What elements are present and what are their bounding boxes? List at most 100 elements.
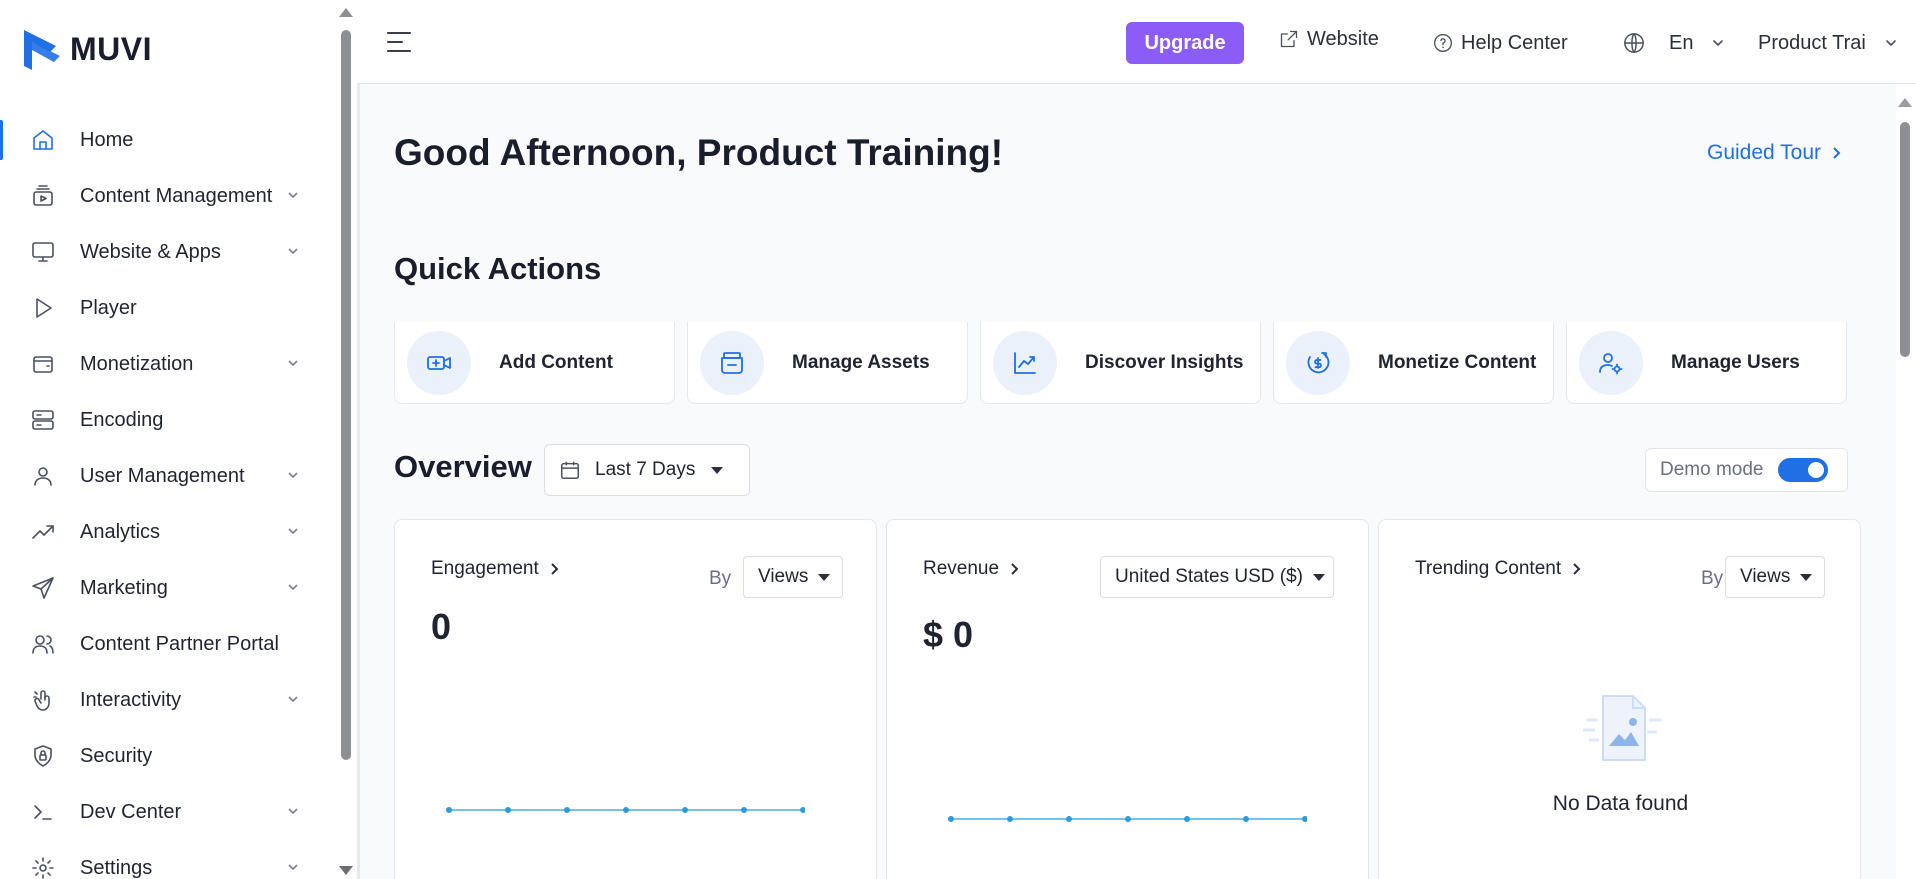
engagement-panel: Engagement By Views 0 bbox=[394, 519, 877, 879]
sparkline-point[interactable] bbox=[1007, 816, 1013, 822]
chevron-down-icon[interactable] bbox=[286, 804, 300, 818]
main-content: Good Afternoon, Product Training! Guided… bbox=[360, 84, 1896, 879]
engagement-metric-select[interactable]: Views bbox=[743, 556, 843, 598]
sidebar-item-label: Dev Center bbox=[80, 800, 182, 823]
sidebar-item-website-apps[interactable]: Website & Apps bbox=[0, 224, 330, 280]
sidebar-item-label: Monetization bbox=[80, 352, 194, 375]
sidebar-item-marketing[interactable]: Marketing bbox=[0, 560, 330, 616]
guided-tour-label: Guided Tour bbox=[1707, 141, 1822, 164]
chevron-down-icon[interactable] bbox=[286, 692, 300, 706]
sparkline-point[interactable] bbox=[948, 816, 954, 822]
sparkline-point[interactable] bbox=[446, 807, 452, 813]
main-scrollbar[interactable] bbox=[1898, 98, 1912, 879]
scrollbar-thumb[interactable] bbox=[1900, 122, 1910, 357]
sidebar-item-player[interactable]: Player bbox=[0, 280, 330, 336]
sidebar-item-interactivity[interactable]: Interactivity bbox=[0, 672, 330, 728]
chevron-down-icon[interactable] bbox=[286, 580, 300, 594]
chevron-down-icon[interactable] bbox=[286, 356, 300, 370]
gear-icon bbox=[30, 855, 56, 879]
chevron-right-icon bbox=[1833, 147, 1841, 159]
top-bar: Upgrade Website Help Center En Product T… bbox=[357, 0, 1916, 84]
sidebar-item-home[interactable]: Home bbox=[0, 112, 330, 168]
sidebar-item-label: Content Management bbox=[80, 184, 273, 207]
quick-action-manage-users[interactable]: Manage Users bbox=[1566, 322, 1847, 404]
caret-down-icon bbox=[711, 466, 724, 474]
user-icon bbox=[30, 463, 56, 489]
sparkline-point[interactable] bbox=[1302, 816, 1307, 822]
sidebar-item-dev-center[interactable]: Dev Center bbox=[0, 784, 330, 840]
revenue-title-link[interactable]: Revenue bbox=[923, 558, 1021, 580]
chevron-down-icon[interactable] bbox=[286, 524, 300, 538]
add-video-icon bbox=[407, 330, 471, 395]
sidebar-item-content-partner-portal[interactable]: Content Partner Portal bbox=[0, 616, 330, 672]
send-icon bbox=[30, 575, 56, 601]
quick-action-label: Manage Assets bbox=[792, 351, 930, 373]
toggle-switch[interactable] bbox=[1777, 458, 1828, 482]
trending-title-link[interactable]: Trending Content bbox=[1415, 558, 1583, 580]
sparkline-point[interactable] bbox=[1184, 816, 1190, 822]
scrollbar-thumb[interactable] bbox=[341, 30, 351, 760]
quick-action-label: Discover Insights bbox=[1085, 351, 1244, 373]
globe-icon bbox=[1624, 33, 1644, 53]
sparkline-point[interactable] bbox=[505, 807, 511, 813]
chevron-right-icon bbox=[551, 563, 559, 575]
user-menu[interactable]: Product Trai bbox=[1758, 22, 1898, 64]
calendar-icon bbox=[561, 461, 579, 479]
chevron-down-icon[interactable] bbox=[286, 188, 300, 202]
menu-toggle-icon[interactable] bbox=[387, 32, 411, 54]
select-value: United States USD ($) bbox=[1115, 566, 1303, 587]
scroll-up-arrow[interactable] bbox=[339, 8, 353, 17]
language-selector[interactable]: En bbox=[1623, 22, 1725, 64]
sidebar-item-encoding[interactable]: Encoding bbox=[0, 392, 330, 448]
sidebar-item-user-management[interactable]: User Management bbox=[0, 448, 330, 504]
currency-select[interactable]: United States USD ($) bbox=[1100, 556, 1334, 598]
server-icon bbox=[30, 407, 56, 433]
chevron-down-icon[interactable] bbox=[286, 468, 300, 482]
sparkline-point[interactable] bbox=[1243, 816, 1249, 822]
trending-title: Trending Content bbox=[1415, 558, 1562, 579]
select-value: Views bbox=[758, 566, 809, 587]
quick-action-manage-assets[interactable]: Manage Assets bbox=[687, 322, 968, 404]
upgrade-button[interactable]: Upgrade bbox=[1126, 22, 1244, 64]
sparkline-point[interactable] bbox=[1125, 816, 1131, 822]
caret-down-icon bbox=[1800, 573, 1813, 581]
sidebar-item-label: User Management bbox=[80, 464, 245, 487]
sidebar-item-security[interactable]: Security bbox=[0, 728, 330, 784]
wallet-icon bbox=[30, 351, 56, 377]
chevron-down-icon[interactable] bbox=[286, 860, 300, 874]
muvi-logo[interactable]: MUVI bbox=[20, 26, 152, 72]
engagement-title: Engagement bbox=[431, 558, 539, 579]
trending-metric-select[interactable]: Views bbox=[1725, 556, 1825, 598]
quick-action-monetize-content[interactable]: Monetize Content bbox=[1273, 322, 1554, 404]
sparkline-point[interactable] bbox=[682, 807, 688, 813]
sidebar-item-content-management[interactable]: Content Management bbox=[0, 168, 330, 224]
caret-down-icon bbox=[818, 573, 831, 581]
date-range-select[interactable]: Last 7 Days bbox=[544, 444, 750, 496]
demo-mode-toggle[interactable]: Demo mode bbox=[1645, 448, 1848, 492]
chevron-down-icon[interactable] bbox=[286, 244, 300, 258]
help-center-link[interactable]: Help Center bbox=[1433, 22, 1568, 64]
sidebar-item-label: Settings bbox=[80, 856, 153, 879]
external-link-icon bbox=[1280, 30, 1298, 48]
website-link[interactable]: Website bbox=[1279, 18, 1379, 60]
page-title: Good Afternoon, Product Training! bbox=[394, 132, 1004, 173]
engagement-title-link[interactable]: Engagement bbox=[431, 558, 561, 580]
sidebar-item-settings[interactable]: Settings bbox=[0, 840, 330, 879]
no-data-message: No Data found bbox=[1552, 792, 1689, 815]
no-data-file-icon bbox=[1583, 695, 1661, 761]
guided-tour-link[interactable]: Guided Tour bbox=[1707, 141, 1843, 165]
sidebar-item-analytics[interactable]: Analytics bbox=[0, 504, 330, 560]
quick-action-add-content[interactable]: Add Content bbox=[394, 322, 675, 404]
sparkline-point[interactable] bbox=[741, 807, 747, 813]
sparkline-point[interactable] bbox=[623, 807, 629, 813]
quick-action-discover-insights[interactable]: Discover Insights bbox=[980, 322, 1261, 404]
scroll-down-arrow[interactable] bbox=[339, 866, 353, 875]
sparkline-point[interactable] bbox=[1066, 816, 1072, 822]
sparkline-point[interactable] bbox=[564, 807, 570, 813]
quick-action-label: Manage Users bbox=[1671, 351, 1800, 373]
sparkline-point[interactable] bbox=[800, 807, 805, 813]
sidebar-scrollbar[interactable] bbox=[338, 8, 354, 879]
engagement-value: 0 bbox=[431, 606, 452, 647]
scroll-up-arrow[interactable] bbox=[1898, 98, 1912, 107]
sidebar-item-monetization[interactable]: Monetization bbox=[0, 336, 330, 392]
